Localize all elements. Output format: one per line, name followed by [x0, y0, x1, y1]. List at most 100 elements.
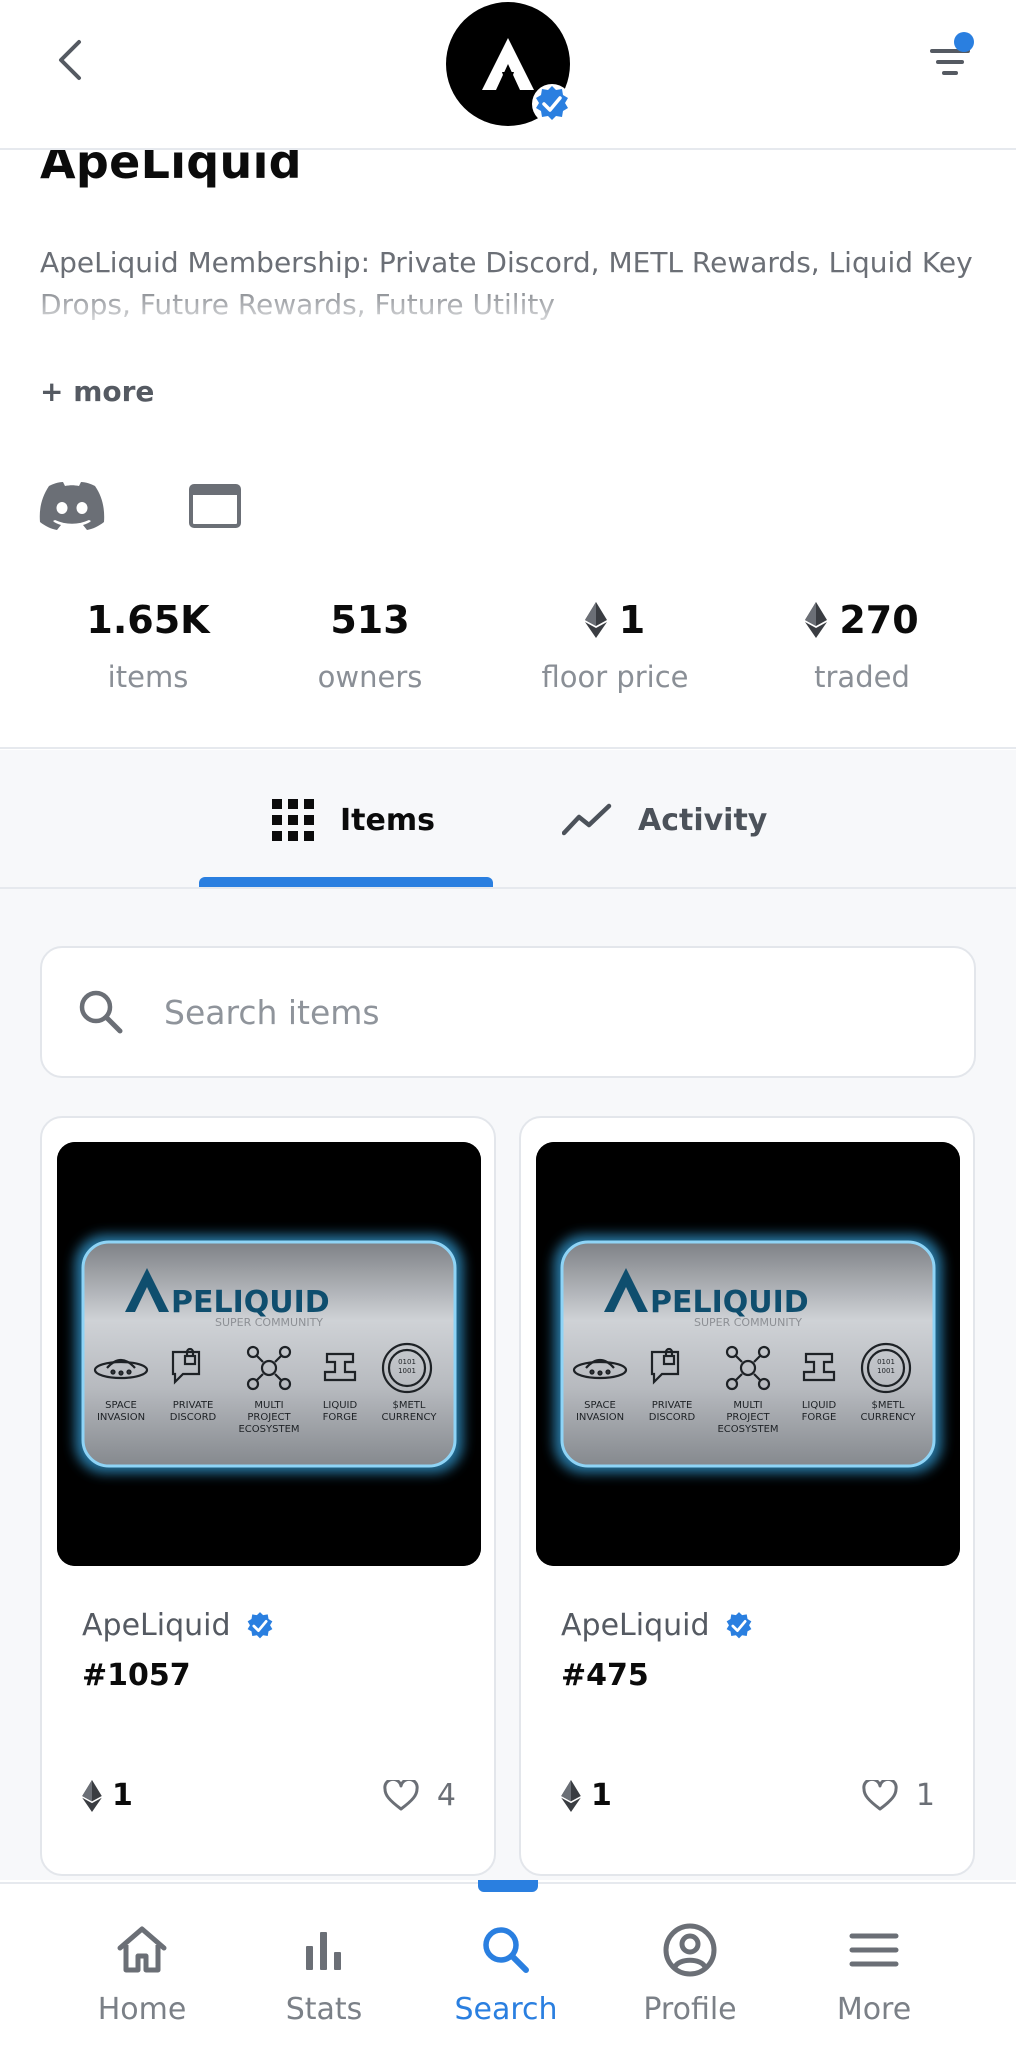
svg-text:DISCORD: DISCORD	[170, 1412, 217, 1423]
nav-stats[interactable]: Stats	[234, 1920, 414, 2027]
discord-icon	[39, 482, 105, 530]
filter-button[interactable]	[918, 30, 982, 90]
card-price: 1	[82, 1778, 133, 1813]
svg-text:1001: 1001	[877, 1367, 895, 1375]
svg-text:LIQUID: LIQUID	[323, 1400, 358, 1411]
card-price: 1	[561, 1778, 612, 1813]
tab-label: Activity	[638, 802, 768, 838]
svg-text:0101: 0101	[398, 1358, 416, 1366]
nft-image[interactable]: PELIQUID SUPER COMMUNITY 0101 1001 SPACE…	[536, 1142, 960, 1566]
stat-label: traded	[814, 660, 910, 694]
svg-text:SPACE: SPACE	[105, 1400, 137, 1411]
stat-items: 1.65K items	[28, 590, 268, 694]
search-box[interactable]	[40, 946, 976, 1078]
more-link[interactable]: + more	[40, 375, 154, 408]
ethereum-icon	[561, 1779, 581, 1812]
svg-text:1001: 1001	[398, 1367, 416, 1375]
website-link[interactable]	[188, 482, 242, 530]
svg-text:INVASION: INVASION	[97, 1412, 145, 1423]
stat-value: 1	[618, 598, 646, 642]
artwork-brand: PELIQUID	[650, 1285, 809, 1320]
svg-text:SPACE: SPACE	[584, 1400, 616, 1411]
tab-activity[interactable]: Activity	[562, 790, 767, 850]
ethereum-icon	[805, 602, 828, 638]
svg-text:PRIVATE: PRIVATE	[173, 1400, 214, 1411]
chevron-left-icon	[59, 40, 81, 80]
stat-label: items	[107, 660, 189, 694]
stat-label: owners	[317, 660, 423, 694]
svg-text:0101: 0101	[877, 1358, 895, 1366]
bar-chart-icon	[306, 1932, 341, 1970]
nft-artwork: PELIQUID SUPER COMMUNITY 0101 1001 SPACE…	[536, 1142, 960, 1566]
nav-label: Profile	[643, 1992, 737, 2027]
stat-traded: 270 traded	[742, 590, 982, 694]
svg-text:CURRENCY: CURRENCY	[382, 1412, 438, 1423]
token-id: #475	[561, 1658, 649, 1693]
back-button[interactable]	[40, 30, 100, 90]
svg-text:PRIVATE: PRIVATE	[652, 1400, 693, 1411]
svg-text:$METL: $METL	[872, 1400, 905, 1411]
nav-label: Search	[454, 1992, 558, 2027]
user-circle-icon	[663, 1923, 717, 1977]
svg-text:MULTI: MULTI	[733, 1400, 762, 1411]
search-input[interactable]	[164, 992, 924, 1032]
ethereum-icon	[584, 602, 607, 638]
grid-icon	[272, 799, 314, 841]
browser-window-icon	[189, 484, 241, 528]
like-button[interactable]: 4	[383, 1778, 456, 1813]
discord-link[interactable]	[38, 478, 106, 534]
collection-label: ApeLiquid	[82, 1608, 231, 1643]
collection-avatar	[446, 2, 572, 126]
stat-value: 513	[330, 598, 410, 642]
divider	[0, 747, 1016, 749]
nft-card[interactable]: PELIQUID SUPER COMMUNITY 0101 1001 SPACE…	[40, 1116, 496, 1876]
active-nav-indicator	[478, 1880, 538, 1892]
svg-text:INVASION: INVASION	[576, 1412, 624, 1423]
artwork-brand: PELIQUID	[171, 1285, 330, 1320]
nav-label: Home	[97, 1992, 187, 2027]
tabs-divider	[0, 887, 1016, 889]
artwork-subtitle: SUPER COMMUNITY	[694, 1316, 802, 1329]
svg-text:$METL: $METL	[393, 1400, 426, 1411]
nft-artwork: PELIQUID SUPER COMMUNITY 0101 1001 SPACE…	[57, 1142, 481, 1566]
like-button[interactable]: 1	[862, 1778, 935, 1813]
collection-stats: 1.65K items 513 owners 1 floor price 270…	[0, 590, 1016, 710]
nav-label: More	[836, 1992, 912, 2027]
nav-profile[interactable]: Profile	[600, 1920, 780, 2027]
token-id: #1057	[82, 1658, 191, 1693]
svg-text:FORGE: FORGE	[802, 1412, 837, 1423]
verified-badge-icon	[532, 84, 572, 124]
card-collection-name: ApeLiquid	[82, 1608, 277, 1643]
top-bar	[0, 0, 1016, 150]
search-icon	[483, 1927, 529, 1973]
svg-text:FORGE: FORGE	[323, 1412, 358, 1423]
stat-floor-price: 1 floor price	[495, 590, 735, 694]
nav-more[interactable]: More	[784, 1920, 964, 2027]
like-count: 4	[436, 1778, 456, 1813]
stat-value: 1.65K	[86, 598, 210, 642]
ethereum-icon	[82, 1779, 102, 1812]
nav-search[interactable]: Search	[416, 1920, 596, 2027]
trending-line-icon	[562, 803, 612, 836]
svg-text:MULTI: MULTI	[254, 1400, 283, 1411]
tab-items[interactable]: Items	[272, 790, 435, 850]
menu-icon	[849, 1933, 899, 1967]
nav-home[interactable]: Home	[52, 1920, 232, 2027]
svg-text:ECOSYSTEM: ECOSYSTEM	[717, 1424, 778, 1435]
verified-badge-icon	[726, 1611, 751, 1638]
collection-page: ApeLiquid ApeLiquid Membership: Private …	[0, 0, 1016, 2048]
stat-value: 270	[839, 598, 919, 642]
bottom-navigation: Home Stats Search Profile More	[0, 1880, 1016, 2048]
like-count: 1	[915, 1778, 935, 1813]
nft-image[interactable]: PELIQUID SUPER COMMUNITY 0101 1001 SPACE…	[57, 1142, 481, 1566]
heart-icon	[862, 1779, 898, 1810]
svg-text:PROJECT: PROJECT	[247, 1412, 291, 1423]
price-value: 1	[112, 1778, 133, 1813]
nft-card[interactable]: PELIQUID SUPER COMMUNITY 0101 1001 SPACE…	[519, 1116, 975, 1876]
svg-text:DISCORD: DISCORD	[649, 1412, 696, 1423]
artwork-subtitle: SUPER COMMUNITY	[215, 1316, 323, 1329]
collection-description: ApeLiquid Membership: Private Discord, M…	[40, 246, 973, 321]
verified-badge-icon	[247, 1611, 272, 1638]
svg-text:PROJECT: PROJECT	[726, 1412, 770, 1423]
nav-label: Stats	[285, 1992, 363, 2027]
